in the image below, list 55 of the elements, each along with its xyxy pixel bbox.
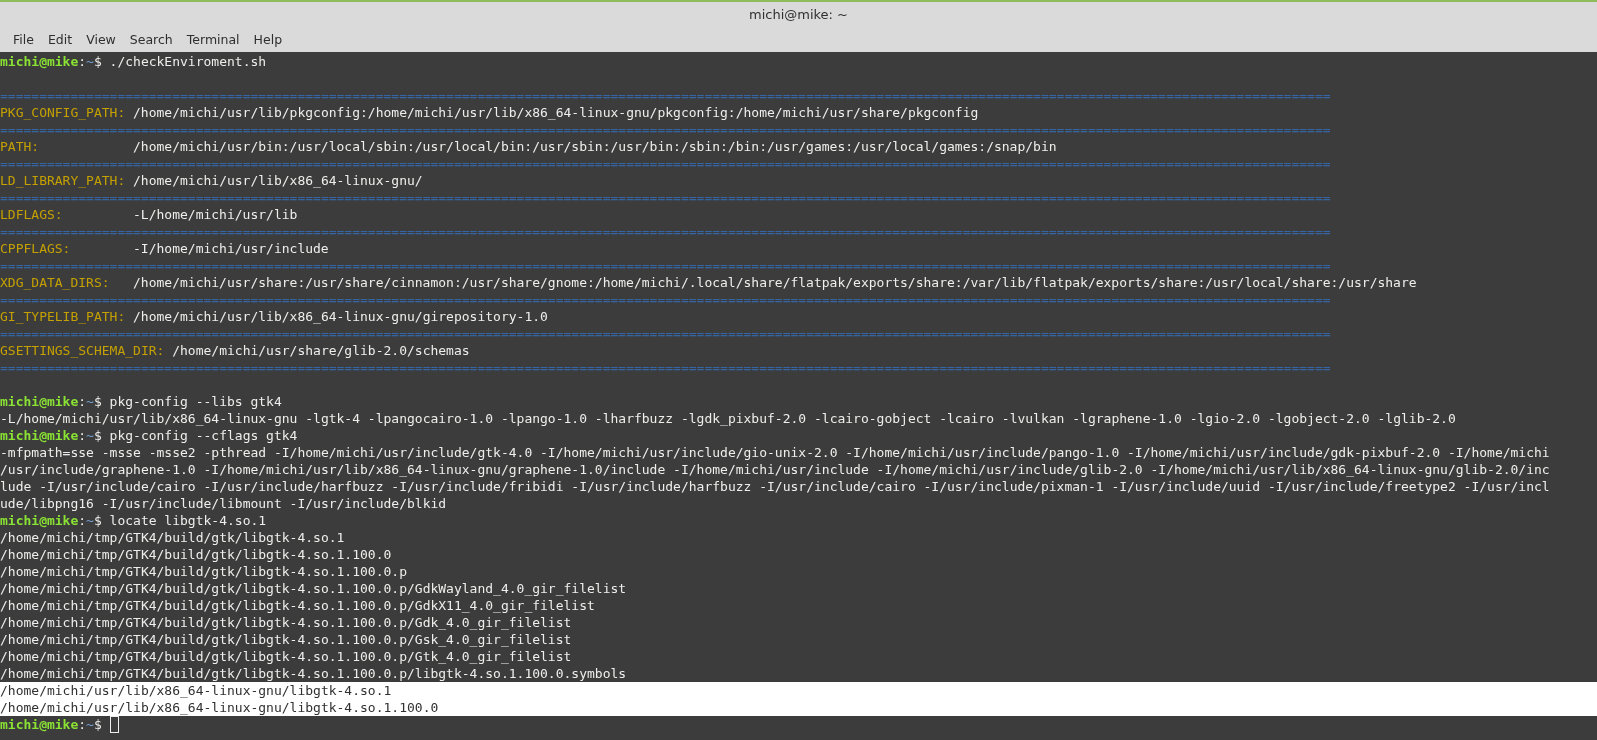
variable-value: /home/michi/usr/share:/usr/share/cinnamon:/usr/share/gnome:/home/michi/.local/share/flatpak/exports/share:/var/lib/flatpak/exports/share:/usr/local/share:/usr/share <box>133 274 1417 291</box>
variable-name: CPPFLAGS: <box>0 240 72 257</box>
variable-value: /home/michi/usr/bin:/usr/local/sbin:/usr/local/bin:/usr/sbin:/usr/bin:/sbin:/bin:/usr/games:/usr/local/games:/snap/bin <box>133 138 1057 155</box>
variable-value: -L/home/michi/usr/lib <box>133 206 298 223</box>
variable-value: -I/home/michi/usr/include <box>133 240 329 257</box>
output-line: /home/michi/tmp/GTK4/build/gtk/libgtk-4.so.1.100.0.p/Gtk_4.0_gir_filelist <box>0 648 573 665</box>
shell-prompt: michi@mike:~$ <box>0 393 102 410</box>
output-line: /home/michi/tmp/GTK4/build/gtk/libgtk-4.so.1.100.0 <box>0 546 393 563</box>
variable-name: GSETTINGS_SCHEMA_DIR: <box>0 342 166 359</box>
command-text: pkg-config --libs gtk4 <box>109 393 282 410</box>
output-line: /home/michi/tmp/GTK4/build/gtk/libgtk-4.so.1.100.0.p/Gdk_4.0_gir_filelist <box>0 614 573 631</box>
output-line: ude/libpng16 -I/usr/include/libmount -I/usr/include/blkid <box>0 495 448 512</box>
output-line: /home/michi/tmp/GTK4/build/gtk/libgtk-4.so.1.100.0.p/GdkX11_4.0_gir_filelist <box>0 597 596 614</box>
variable-value: /home/michi/usr/lib/x86_64-linux-gnu/ <box>133 172 423 189</box>
output-line: -L/home/michi/usr/lib/x86_64-linux-gnu -lgtk-4 -lpangocairo-1.0 -lpango-1.0 -lharfbuzz -lgdk_pixbuf-2.0 -lcairo-gobject -lcairo -lvulkan -lgraphene-1.0 -lgio-2.0 -lgobject-2.0 -lglib-2.0 <box>0 410 1457 427</box>
window-title: michi@mike: ~ <box>749 7 848 22</box>
variable-value: /home/michi/usr/lib/pkgconfig:/home/michi/usr/lib/x86_64-linux-gnu/pkgconfig:/home/michi/usr/share/pkgconfig <box>133 104 979 121</box>
separator-text: ========================================================================================================================================================================== <box>0 189 1331 206</box>
separator-text: ========================================================================================================================================================================== <box>0 155 1331 172</box>
variable-name: GI_TYPELIB_PATH: <box>0 308 127 325</box>
variable-name: LDFLAGS: <box>0 206 64 223</box>
variable-value: /home/michi/usr/lib/x86_64-linux-gnu/girepository-1.0 <box>133 308 548 325</box>
separator-text: ========================================================================================================================================================================== <box>0 87 1331 104</box>
shell-prompt: michi@mike:~$ <box>0 512 102 529</box>
output-line: -mfpmath=sse -msse -msse2 -pthread -I/home/michi/usr/include/gtk-4.0 -I/home/michi/usr/include/gio-unix-2.0 -I/home/michi/usr/include/pango-1.0 -I/home/michi/usr/include/gdk-pixbuf-2.0 -I/home/michi <box>0 444 1551 461</box>
menu-item[interactable]: Edit <box>40 30 80 49</box>
variable-name: XDG_DATA_DIRS: <box>0 274 111 291</box>
separator-text: ========================================================================================================================================================================== <box>0 121 1331 138</box>
menu-item[interactable]: Terminal <box>179 30 247 49</box>
shell-prompt: michi@mike:~$ <box>0 53 102 70</box>
command-text: pkg-config --cflags gtk4 <box>109 427 298 444</box>
separator-text: ========================================================================================================================================================================== <box>0 223 1331 240</box>
variable-value: /home/michi/usr/share/glib-2.0/schemas <box>172 342 470 359</box>
output-line: /usr/include/graphene-1.0 -I/home/michi/usr/lib/x86_64-linux-gnu/graphene-1.0/include -I/home/michi/usr/include -I/home/michi/usr/include/glib-2.0 -I/home/michi/usr/lib/x86_64-linux-gnu/glib-2.0/inc <box>0 461 1551 478</box>
command-text: ./checkEnviroment.sh <box>109 53 267 70</box>
separator-text: ========================================================================================================================================================================== <box>0 257 1331 274</box>
variable-name: LD_LIBRARY_PATH: <box>0 172 127 189</box>
output-line: /home/michi/tmp/GTK4/build/gtk/libgtk-4.so.1 <box>0 529 346 546</box>
output-line: /home/michi/tmp/GTK4/build/gtk/libgtk-4.so.1.100.0.p/GdkWayland_4.0_gir_filelist <box>0 580 628 597</box>
shell-prompt: michi@mike:~$ <box>0 427 102 444</box>
menu-item[interactable]: Help <box>246 30 290 49</box>
menu-item[interactable]: Search <box>122 30 180 49</box>
output-line: lude -I/usr/include/cairo -I/usr/include/harfbuzz -I/usr/include/fribidi -I/usr/include/harfbuzz -I/usr/include/cairo -I/usr/include/pixman-1 -I/usr/include/uuid -I/usr/include/freetype2 -I/usr/incl <box>0 478 1551 495</box>
variable-name: PKG_CONFIG_PATH: <box>0 104 127 121</box>
variable-name: PATH: <box>0 138 41 155</box>
shell-prompt: michi@mike:~$ <box>0 716 102 733</box>
command-text: locate libgtk-4.so.1 <box>109 512 267 529</box>
menu-item[interactable]: View <box>79 30 123 49</box>
output-line: /home/michi/tmp/GTK4/build/gtk/libgtk-4.so.1.100.0.p <box>0 563 408 580</box>
menu-item[interactable]: File <box>6 30 41 49</box>
separator-text: ========================================================================================================================================================================== <box>0 359 1331 376</box>
output-line: /home/michi/tmp/GTK4/build/gtk/libgtk-4.so.1.100.0.p/libgtk-4.so.1.100.0.symbols <box>0 665 628 682</box>
separator-text: ========================================================================================================================================================================== <box>0 325 1331 342</box>
separator-text: ========================================================================================================================================================================== <box>0 291 1331 308</box>
output-line: /home/michi/tmp/GTK4/build/gtk/libgtk-4.so.1.100.0.p/Gsk_4.0_gir_filelist <box>0 631 573 648</box>
